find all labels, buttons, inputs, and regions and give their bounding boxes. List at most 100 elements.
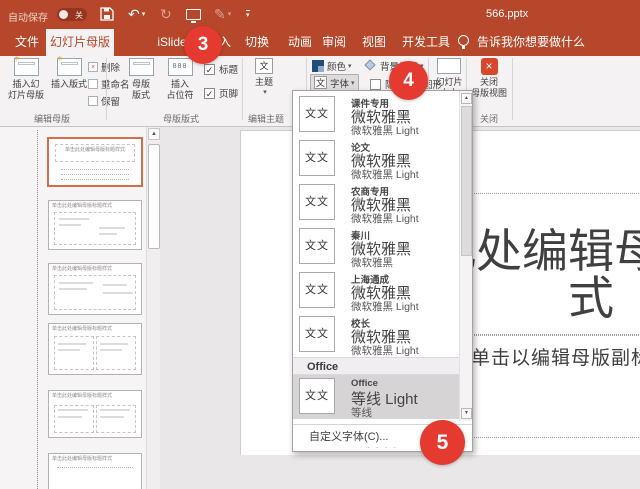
insert-placeholder-button[interactable]: 888 插入 占位符 (160, 58, 200, 101)
button-label: 母版 (131, 79, 150, 89)
thumb-bar (103, 292, 133, 294)
insert-layout-button[interactable]: ✶ 插入版式 (50, 55, 88, 90)
thumb-title-text: 单击此处编辑母版标题样式 (52, 456, 113, 462)
footer-checkbox[interactable]: ✓ 页脚 (204, 86, 238, 100)
slide-thumbnail-panel: 单击此处编辑母版标题样式 单击此处编辑母版标题样式 单击此处编辑母版标题样式 单… (0, 127, 146, 489)
font-scheme-item[interactable]: 文文 论文 微软雅黑 微软雅黑 Light (293, 137, 461, 181)
title-checkbox[interactable]: ✓ 标题 (204, 62, 238, 76)
autosave-state: 关 (75, 11, 83, 20)
thumb-bar (59, 288, 87, 290)
checkbox-checked-icon: ✓ (204, 87, 215, 99)
chevron-down-icon: ▾ (227, 11, 232, 18)
button-label: 插入幻 (12, 79, 40, 89)
theme-colors-button[interactable]: 颜色 ▾ (312, 58, 352, 73)
preserve-button[interactable]: 保留 (88, 93, 120, 108)
brush-icon[interactable]: ✎ ▾ (214, 4, 231, 24)
button-label: 删除 (101, 62, 121, 74)
monitor-icon (186, 8, 201, 23)
thumb-bar (103, 284, 127, 286)
master-layout-button[interactable]: 母版 版式 (124, 58, 158, 101)
font-preview-icon: 文文 (299, 272, 335, 308)
font-preview-icon: 文文 (299, 316, 335, 352)
tab-animations[interactable]: 动画 (282, 28, 318, 56)
font-scheme-item-office-selected[interactable]: 文文 Office 等线 Light 等线 (293, 375, 461, 419)
autosave-toggle[interactable]: 关 (57, 8, 87, 21)
scroll-down-icon[interactable]: ▼ (461, 408, 472, 419)
checkbox-unchecked-icon (370, 78, 381, 90)
button-label: 幻灯片 (435, 77, 463, 87)
tab-file[interactable]: 文件 (8, 28, 46, 56)
scroll-up-icon[interactable]: ▲ (461, 93, 472, 104)
font-preview-icon: 文文 (299, 96, 335, 132)
placeholder-888-icon: 888 (167, 58, 193, 76)
font-scheme-item[interactable]: 文文 秦川 微软雅黑 微软雅黑 (293, 225, 461, 269)
document-title: 566.pptx (486, 8, 529, 20)
delete-button[interactable]: × 删除 (88, 59, 120, 74)
dropdown-scrollbar[interactable]: ▲ ▼ (459, 91, 472, 421)
body-font: 微软雅黑 Light (351, 125, 419, 137)
tab-view[interactable]: 视图 (356, 28, 392, 56)
tell-me-box[interactable]: 告诉我你想要做什么 (477, 28, 585, 56)
office-section-header: Office (293, 357, 461, 375)
tab-review[interactable]: 审阅 (316, 28, 352, 56)
font-scheme-item[interactable]: 文文 校长 微软雅黑 微软雅黑 Light (293, 313, 461, 357)
group-separator (106, 58, 107, 120)
font-scheme-item[interactable]: 文文 农商专用 微软雅黑 微软雅黑 Light (293, 181, 461, 225)
font-scheme-item[interactable]: 文文 课件专用 微软雅黑 微软雅黑 Light (293, 93, 461, 137)
thumbnail-layout[interactable]: 单击此处编辑母版标题样式 (48, 453, 142, 489)
undo-arrow-icon: ↶ (128, 5, 140, 22)
chevron-down-icon: ▾ (246, 9, 250, 19)
font-scheme-item[interactable]: 文文 上海通成 微软雅黑 微软雅黑 Light (293, 269, 461, 313)
tab-developer[interactable]: 开发工具 (398, 28, 454, 56)
thumb-title-placeholder: 单击此处编辑母版标题样式 (55, 144, 135, 162)
tab-transitions[interactable]: 切换 (239, 28, 275, 56)
thumbnail-layout[interactable]: 单击此处编辑母版标题样式 (48, 263, 142, 315)
theme-fonts-button[interactable]: 文 字体 ▾ (310, 74, 359, 91)
master-layout-icon (128, 58, 154, 76)
button-label: 占位符 (166, 90, 194, 100)
thumb-bar (99, 227, 125, 229)
group-separator (512, 58, 513, 120)
customize-qat-icon[interactable]: ▾ (246, 4, 250, 24)
font-preview-icon: 文文 (299, 378, 335, 414)
save-icon[interactable] (100, 4, 114, 24)
thumb-bar (58, 349, 80, 351)
chevron-down-icon: ▾ (351, 79, 355, 87)
thumb-content-placeholder (54, 275, 136, 310)
group-label-edit-theme: 编辑主题 (247, 114, 284, 124)
thumbnail-layout[interactable]: 单击此处编辑母版标题样式 (48, 200, 142, 250)
undo-icon[interactable]: ↶ ▾ (128, 4, 145, 24)
checkbox-checked-icon: ✓ (204, 63, 215, 75)
scrollbar-thumb[interactable] (461, 106, 472, 256)
slide-size-icon (437, 58, 461, 74)
title-bar: 自动保存 关 ↶ ▾ ↻ ✎ ▾ ▾ 566.pptx (0, 0, 640, 28)
insert-slide-master-button[interactable]: ✶ 插入幻 灯片母版 (4, 55, 48, 101)
chevron-down-icon: ▾ (263, 89, 267, 96)
button-label: 颜色 (327, 61, 347, 73)
button-label: 主题 (254, 77, 273, 87)
chevron-down-icon: ▾ (348, 62, 352, 70)
thumbnail-layout[interactable]: 单击此处编辑母版标题样式 (48, 390, 142, 438)
themes-button[interactable]: 文 主题 ▾ (246, 58, 282, 96)
thumbnail-layout[interactable]: 单击此处编辑母版标题样式 (48, 323, 142, 375)
paint-bucket-icon (364, 59, 377, 72)
tab-slide-master[interactable]: 幻灯片母版 (46, 29, 114, 56)
thumb-bar (100, 416, 124, 418)
thumb-title-text: 单击此处编辑母版标题样式 (52, 266, 113, 272)
body-font: 微软雅黑 Light (351, 213, 419, 225)
scroll-up-icon[interactable]: ▲ (148, 128, 160, 140)
thumb-content-placeholder (96, 405, 136, 433)
lightbulb-icon (458, 35, 469, 49)
group-separator (242, 58, 243, 120)
fonts-icon: 文 (314, 76, 327, 89)
thumbnail-scrollbar[interactable]: ▲ (146, 127, 160, 489)
button-label: 版式 (131, 90, 150, 100)
close-master-view-button[interactable]: × 关闭 母版视图 (470, 58, 508, 99)
thumb-line (61, 179, 129, 180)
checkbox-label: 标题 (219, 65, 239, 76)
scrollbar-thumb[interactable] (148, 144, 160, 249)
redo-icon[interactable]: ↻ (160, 4, 172, 24)
thumbnail-master-selected[interactable]: 单击此处编辑母版标题样式 (47, 137, 143, 187)
start-slideshow-icon[interactable] (186, 4, 201, 24)
bucket-cube-icon (364, 59, 376, 71)
